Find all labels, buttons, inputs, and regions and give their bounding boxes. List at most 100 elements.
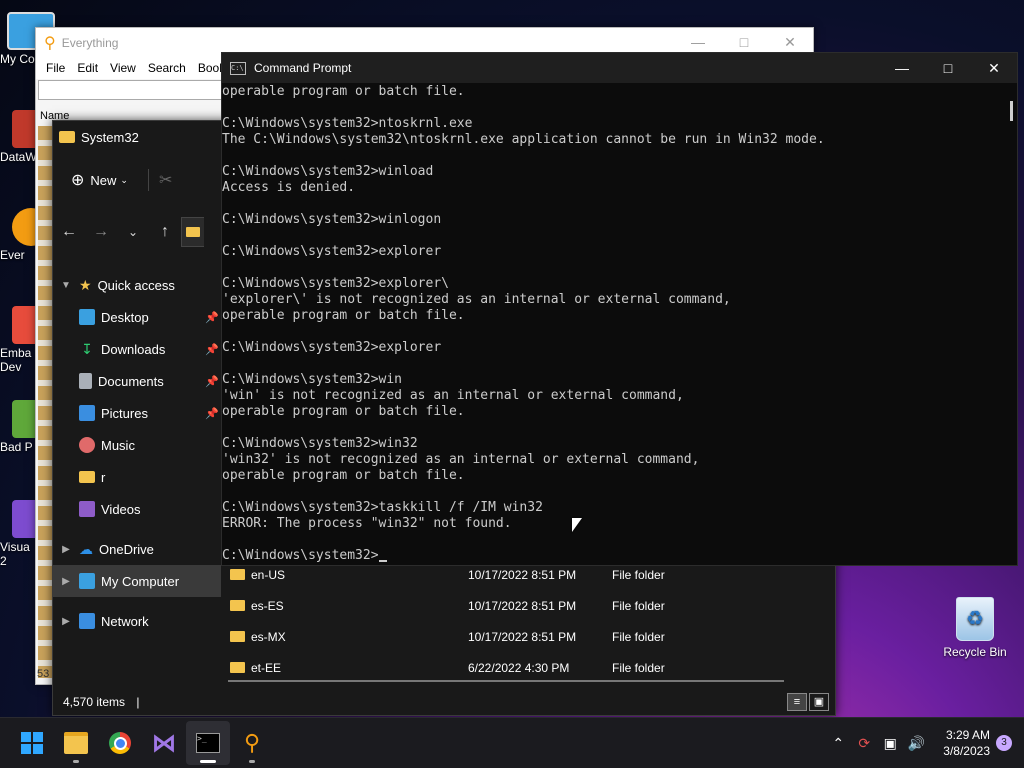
chevron-right-icon[interactable]: ▶ [53,544,79,555]
tiles-view-icon[interactable]: ▣ [809,693,829,711]
console-line: C:\Windows\system32>taskkill /f /IM win3… [222,500,543,515]
details-view-icon[interactable]: ≡ [787,693,807,711]
sidebar-item-videos[interactable]: Videos [53,493,221,525]
sidebar-item-label: Quick access [97,277,175,293]
sync-icon[interactable]: ⟳ [851,735,877,752]
file-type: File folder [612,629,665,644]
taskbar-everything[interactable]: ⚲ [230,721,274,765]
clock[interactable]: 3:29 AM 3/8/2023 [943,727,990,759]
tab-system32[interactable]: System32 [53,121,234,153]
download-icon: ↧ [81,341,93,357]
folder-icon [186,227,200,237]
file-explorer-icon [64,732,88,754]
sidebar-item-documents[interactable]: Documents 📌 [53,365,221,397]
menu-search[interactable]: Search [142,61,192,75]
pin-icon[interactable]: 📌 [205,311,219,324]
sidebar-item-r[interactable]: r [53,461,221,493]
file-type: File folder [612,660,665,675]
maximize-button[interactable]: □ [925,60,971,77]
plus-circle-icon: ⊕ [71,172,85,189]
pin-icon[interactable]: 📌 [205,407,219,420]
back-arrow-icon[interactable]: ← [53,223,85,241]
console-line: 'win32' is not recognized as an internal… [222,452,700,467]
sidebar-item-my-computer[interactable]: ▶ My Computer [53,565,221,597]
console-line: Access is denied. [222,180,356,195]
console-line: C:\Windows\system32>explorer\ [222,276,449,291]
file-type: File folder [612,567,665,582]
sidebar-item-onedrive[interactable]: ▶ ☁ OneDrive [53,533,221,565]
network-icon[interactable]: ▣ [877,735,903,752]
documents-icon [79,373,92,389]
sidebar-item-pictures[interactable]: Pictures 📌 [53,397,221,429]
table-row[interactable]: es-MX 10/17/2022 8:51 PM File folder [228,621,828,652]
menu-file[interactable]: File [40,61,71,75]
everything-search-icon: ⚲ [243,730,261,755]
vertical-scrollbar[interactable] [1010,101,1013,121]
taskbar-command-prompt[interactable]: >_ [186,721,230,765]
console-line: operable program or batch file. [222,468,465,483]
folder-icon [59,131,75,143]
sidebar-item-music[interactable]: Music [53,429,221,461]
speaker-icon[interactable]: 🔊 [903,735,929,752]
command-prompt-window[interactable]: C:\ Command Prompt — □ ✕ operable progra… [221,52,1018,566]
pin-icon[interactable]: 📌 [205,343,219,356]
taskbar-chrome[interactable] [98,721,142,765]
desktop-icon-recycle-bin[interactable]: ♻ Recycle Bin [940,597,1010,659]
address-bar[interactable] [181,217,204,247]
minimize-button[interactable]: — [675,34,721,51]
network-icon [79,613,95,629]
new-button[interactable]: ⊕ New ⌄ [53,170,138,190]
console-prompt-line[interactable]: C:\Windows\system32> [222,548,1002,564]
chevron-right-icon[interactable]: ▶ [53,616,79,627]
mouse-cursor-icon [572,518,582,532]
console-output[interactable]: operable program or batch file. C:\Window… [222,84,1002,564]
minimize-button[interactable]: — [879,60,925,77]
taskbar-visual-studio[interactable]: ⋈ [142,721,186,765]
forward-arrow-icon[interactable]: → [85,223,117,241]
table-row[interactable]: et-EE 6/22/2022 4:30 PM File folder [228,652,828,683]
close-button[interactable]: ✕ [767,34,813,51]
taskbar-file-explorer[interactable] [54,721,98,765]
close-button[interactable]: ✕ [971,60,1017,77]
sidebar-item-label: My Computer [101,573,180,589]
sidebar-item-label: r [101,469,106,485]
start-button[interactable] [10,721,54,765]
divider [147,169,149,191]
folder-icon [230,662,245,673]
sidebar-item-label: Pictures [101,405,148,421]
cmd-titlebar[interactable]: C:\ Command Prompt — □ ✕ [222,53,1017,83]
cut-icon[interactable]: ✂ [159,170,172,190]
chevron-right-icon[interactable]: ▶ [53,576,79,587]
file-name: et-EE [251,660,282,675]
folder-icon [230,600,245,611]
status-count: 53 [37,668,50,680]
console-line: operable program or batch file. [222,404,465,419]
chevron-up-icon[interactable]: ⌃ [825,735,851,752]
chevron-down-icon[interactable]: ▼ [53,280,79,291]
sidebar-item-network[interactable]: ▶ Network [53,605,221,637]
sidebar-item-downloads[interactable]: ↧ Downloads 📌 [53,333,221,365]
notification-badge[interactable]: 3 [996,735,1012,751]
sidebar-item-label: Desktop [101,309,149,325]
maximize-button[interactable]: □ [721,34,767,51]
table-row[interactable]: es-ES 10/17/2022 8:51 PM File folder [228,590,828,621]
console-line: operable program or batch file. [222,308,465,323]
menu-edit[interactable]: Edit [71,61,104,75]
up-arrow-icon[interactable]: ↑ [149,223,181,241]
folder-icon [230,569,245,580]
folder-icon [79,471,95,483]
results-list[interactable] [38,126,52,678]
sidebar-item-desktop[interactable]: Desktop 📌 [53,301,221,333]
sidebar-item-quick-access[interactable]: ▼ ★ Quick access [53,269,221,301]
item-count: 4,570 items [63,695,126,709]
horizontal-scrollbar[interactable] [228,680,784,682]
menu-view[interactable]: View [104,61,142,75]
console-line: C:\Windows\system32>winload [222,164,434,179]
recent-chevron-icon[interactable]: ⌄ [117,225,149,239]
pin-icon[interactable]: 📌 [205,375,219,388]
file-date: 10/17/2022 8:51 PM [468,567,577,582]
